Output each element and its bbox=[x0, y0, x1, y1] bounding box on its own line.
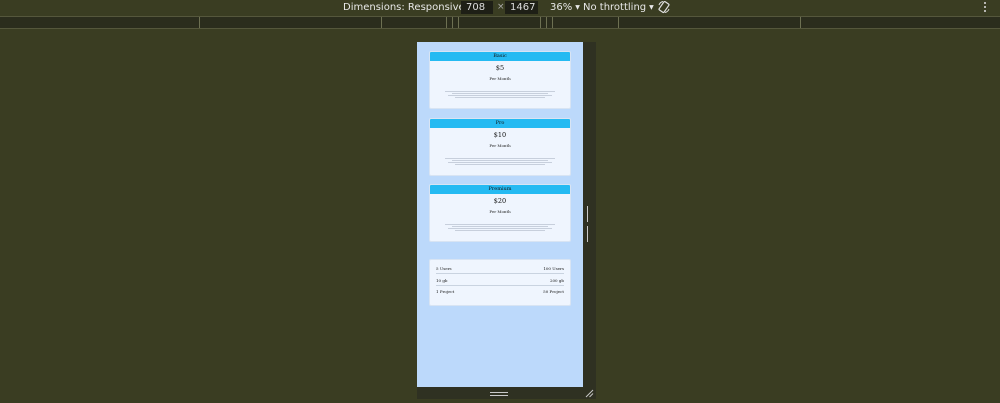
plan-period: Per Month bbox=[489, 143, 511, 148]
comparison-min: 10 gb bbox=[436, 278, 448, 283]
plan-price: $5 bbox=[495, 64, 505, 72]
feature-lines bbox=[430, 224, 570, 232]
comparison-row: 5 Users 100 Users bbox=[436, 263, 564, 274]
comparison-row: 1 Project 50 Project bbox=[436, 286, 564, 297]
plan-price: $10 bbox=[493, 131, 507, 139]
right-resize-grip-icon[interactable] bbox=[587, 206, 592, 242]
comparison-max: 100 Users bbox=[543, 266, 564, 271]
times-sign: × bbox=[497, 2, 505, 12]
zoom-label: 36% bbox=[550, 2, 573, 13]
height-input[interactable]: 1467 bbox=[505, 1, 538, 14]
zoom-dropdown[interactable]: 36% ▼ bbox=[550, 2, 580, 14]
comparison-min: 5 Users bbox=[436, 266, 452, 271]
comparison-row: 10 gb 200 gb bbox=[436, 275, 564, 286]
plan-period: Per Month bbox=[489, 209, 511, 214]
pricing-card-pro: Pro $10 Per Month bbox=[429, 118, 571, 176]
bottom-resize-grip-icon[interactable] bbox=[490, 392, 508, 396]
comparison-max: 50 Project bbox=[543, 289, 564, 294]
corner-resize-icon[interactable] bbox=[585, 389, 594, 398]
plan-name: Pro bbox=[430, 119, 570, 128]
caret-down-icon: ▼ bbox=[575, 4, 580, 11]
comparison-min: 1 Project bbox=[436, 289, 455, 294]
feature-lines bbox=[430, 91, 570, 99]
plan-price: $20 bbox=[493, 197, 507, 205]
throttling-dropdown[interactable]: No throttling ▼ bbox=[583, 2, 654, 14]
kebab-menu-icon[interactable] bbox=[984, 1, 988, 13]
rotate-icon[interactable] bbox=[657, 0, 671, 14]
throttling-label: No throttling bbox=[583, 2, 647, 13]
dimensions-label: Dimensions: Responsive bbox=[343, 2, 465, 13]
devtools-device-toolbar: Dimensions: Responsive▼ 708 × 1467 36%▼ … bbox=[0, 0, 1000, 16]
emulated-viewport: Basic $5 Per Month Pro $10 Per Month Pre… bbox=[417, 42, 583, 387]
pricing-card-premium: Premium $20 Per Month bbox=[429, 184, 571, 242]
caret-down-icon: ▼ bbox=[649, 4, 654, 11]
pricing-card-basic: Basic $5 Per Month bbox=[429, 51, 571, 109]
plan-comparison-table: 5 Users 100 Users 10 gb 200 gb 1 Project… bbox=[429, 259, 571, 306]
comparison-max: 200 gb bbox=[549, 278, 564, 283]
width-input[interactable]: 708 bbox=[461, 1, 493, 14]
plan-name: Basic bbox=[430, 52, 570, 61]
plan-name: Premium bbox=[430, 185, 570, 194]
feature-lines bbox=[430, 158, 570, 166]
dimensions-dropdown[interactable]: Dimensions: Responsive▼ bbox=[343, 2, 472, 14]
plan-period: Per Month bbox=[489, 76, 511, 81]
media-query-bar[interactable] bbox=[0, 16, 1000, 29]
